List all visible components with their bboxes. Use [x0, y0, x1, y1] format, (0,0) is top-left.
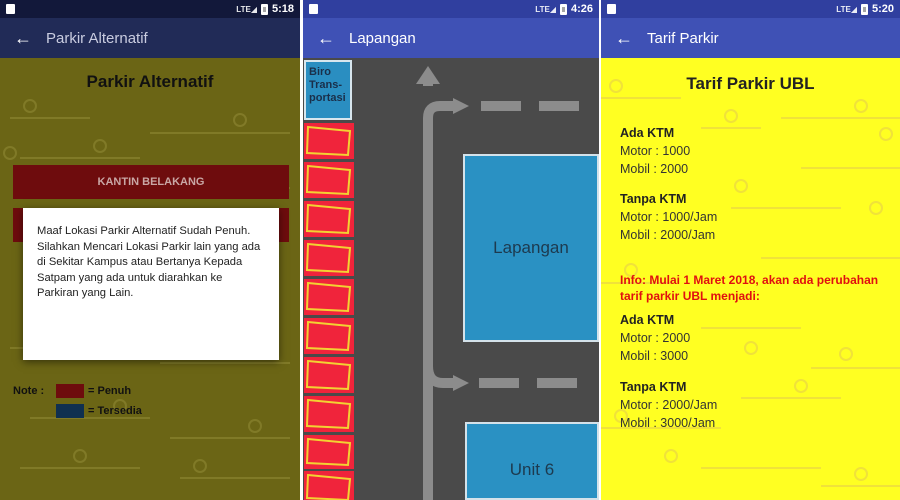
status-time: 4:26: [570, 3, 593, 15]
ktm-heading: Ada KTM: [620, 126, 675, 140]
ktm-mobil: Mobil : 2000: [620, 162, 689, 176]
new-ktm-block: Ada KTM Motor : 2000 Mobil : 3000: [620, 311, 690, 365]
app-bar: ← Parkir Alternatif: [0, 18, 300, 58]
notification-icon: [309, 4, 318, 14]
alert-dialog: Maaf Lokasi Parkir Alternatif Sudah Penu…: [23, 208, 279, 360]
screen-lapangan: LTE◢ 4:26 ← Lapangan Biro Trans- portasi…: [303, 0, 599, 500]
status-bar: LTE◢ 4:26: [303, 0, 599, 18]
ktm-heading: Ada KTM: [620, 313, 675, 327]
parking-map: Biro Trans- portasi Lapangan Unit 6: [303, 58, 599, 500]
status-bar: LTE◢ 5:20: [601, 0, 900, 18]
unit-6-label: Unit 6: [509, 460, 555, 479]
ktm-motor: Motor : 2000: [620, 331, 691, 345]
arrow-left-icon[interactable]: ←: [0, 28, 46, 49]
parking-slot[interactable]: [304, 471, 354, 500]
arrow-left-icon[interactable]: ←: [601, 28, 647, 49]
parking-slot[interactable]: [304, 240, 354, 276]
app-bar: ← Tarif Parkir: [601, 18, 900, 58]
arrow-left-icon[interactable]: ←: [303, 28, 349, 49]
new-noktm-block: Tanpa KTM Motor : 2000/Jam Mobil : 3000/…: [620, 378, 717, 432]
screen-parkir-alternatif: LTE◢ 5:18 ← Parkir Alternatif Parkir Alt…: [0, 0, 300, 500]
parking-slot[interactable]: [304, 318, 354, 354]
page-title: Parkir Alternatif: [86, 72, 214, 91]
penuh-swatch: [56, 384, 84, 398]
app-bar-title: Lapangan: [349, 29, 416, 47]
ktm-mobil: Mobil : 3000: [620, 349, 689, 363]
screen-tarif-parkir: LTE◢ 5:20 ← Tarif Parkir Tarif Parkir UB…: [601, 0, 900, 500]
signal-icon: LTE◢: [236, 4, 257, 14]
status-time: 5:20: [871, 3, 894, 15]
unit-6-building[interactable]: Unit 6: [465, 422, 599, 500]
current-noktm-block: Tanpa KTM Motor : 1000/Jam Mobil : 2000/…: [620, 190, 717, 244]
app-bar-title: Tarif Parkir: [647, 29, 719, 47]
page-title: Tarif Parkir UBL: [686, 74, 815, 93]
info-notice: Info: Mulai 1 Maret 2018, akan ada perub…: [620, 273, 879, 303]
current-ktm-block: Ada KTM Motor : 1000 Mobil : 2000: [620, 124, 690, 178]
parking-slot[interactable]: [304, 435, 354, 469]
legend-penuh: = Penuh: [56, 384, 131, 398]
status-bar: LTE◢ 5:18: [0, 0, 300, 18]
noktm-motor: Motor : 2000/Jam: [620, 398, 718, 412]
app-bar-title: Parkir Alternatif: [46, 29, 148, 47]
parking-slot[interactable]: [304, 396, 354, 432]
alternatif-content: Parkir Alternatif KANTIN BELAKANG Maaf L…: [0, 58, 300, 500]
lapangan-building[interactable]: Lapangan: [463, 154, 599, 342]
noktm-mobil: Mobil : 3000/Jam: [620, 416, 716, 430]
biro-transportasi-building[interactable]: Biro Trans- portasi: [304, 60, 352, 120]
legend-tersedia: = Tersedia: [56, 404, 142, 418]
app-bar: ← Lapangan: [303, 18, 599, 58]
noktm-motor: Motor : 1000/Jam: [620, 210, 718, 224]
battery-icon: [559, 3, 567, 15]
noktm-heading: Tanpa KTM: [620, 380, 687, 394]
parking-slot[interactable]: [304, 357, 354, 393]
biro-label: Biro Trans- portasi: [309, 66, 346, 104]
tarif-content: Tarif Parkir UBL Ada KTM Motor : 1000 Mo…: [601, 58, 900, 500]
parking-slot[interactable]: [304, 123, 354, 159]
battery-icon: [860, 3, 868, 15]
tersedia-label: = Tersedia: [88, 405, 142, 417]
status-time: 5:18: [271, 3, 294, 15]
noktm-heading: Tanpa KTM: [620, 192, 687, 206]
parking-slot[interactable]: [304, 162, 354, 198]
noktm-mobil: Mobil : 2000/Jam: [620, 228, 716, 242]
tersedia-swatch: [56, 404, 84, 418]
ktm-motor: Motor : 1000: [620, 144, 691, 158]
penuh-label: = Penuh: [88, 385, 132, 397]
notification-icon: [607, 4, 616, 14]
signal-icon: LTE◢: [836, 4, 857, 14]
battery-icon: [260, 3, 268, 15]
note-label: Note :: [13, 385, 45, 397]
parking-slot[interactable]: [304, 279, 354, 315]
kantin-belakang-button[interactable]: KANTIN BELAKANG: [13, 165, 289, 199]
signal-icon: LTE◢: [535, 4, 556, 14]
lapangan-label: Lapangan: [493, 238, 569, 257]
parking-slot[interactable]: [304, 201, 354, 237]
dialog-message: Maaf Lokasi Parkir Alternatif Sudah Penu…: [37, 225, 261, 299]
notification-icon: [6, 4, 15, 14]
